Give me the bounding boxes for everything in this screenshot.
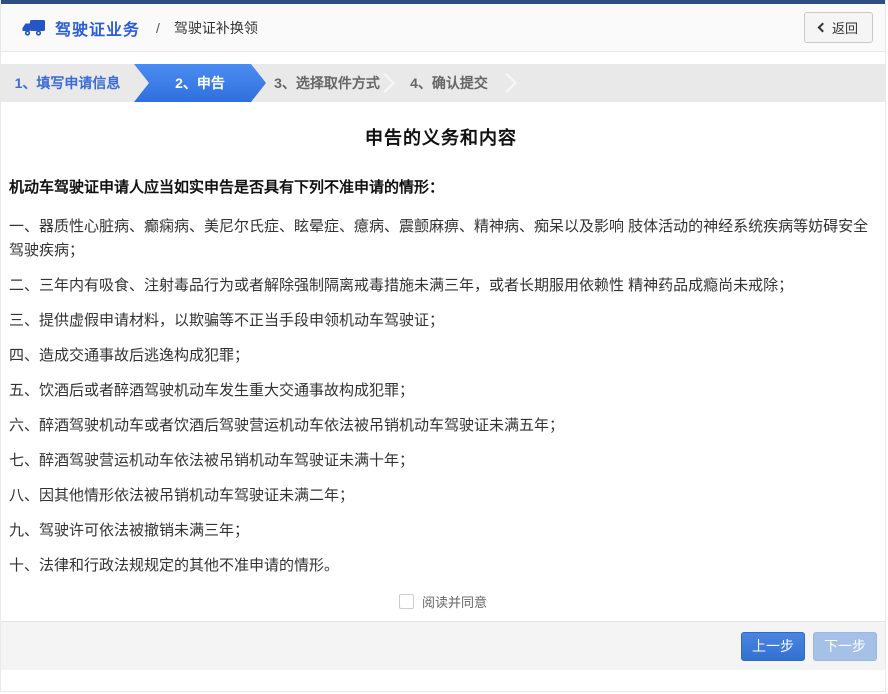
back-button[interactable]: 返回 [804, 12, 873, 43]
back-button-label: 返回 [832, 18, 858, 37]
wizard-step-label: 2、申告 [175, 73, 225, 93]
condition-item: 六、醉酒驾驶机动车或者饮酒后驾驶营运机动车依法被吊销机动车驾驶证未满五年； [9, 414, 873, 438]
next-step-button[interactable]: 下一步 [813, 632, 877, 661]
condition-item: 十、法律和行政法规规定的其他不准申请的情形。 [9, 554, 873, 578]
footer-actions: 上一步 下一步 [1, 621, 885, 670]
condition-item: 七、醉酒驾驶营运机动车依法被吊销机动车驾驶证未满十年； [9, 449, 873, 473]
condition-item: 二、三年内有吸食、注射毒品行为或者解除强制隔离戒毒措施未满三年，或者长期服用依赖… [9, 274, 873, 298]
wizard-step: 1、填写申请信息 [1, 64, 134, 102]
condition-item: 一、器质性心脏病、癫痫病、美尼尔氏症、眩晕症、癔病、震颤麻痹、精神病、痴呆以及影… [9, 215, 873, 263]
header: 驾驶证业务 / 驾驶证补换领 返回 [1, 4, 885, 52]
chevron-left-icon [818, 23, 828, 33]
condition-item: 八、因其他情形依法被吊销机动车驾驶证未满二年； [9, 484, 873, 508]
agree-label: 阅读并同意 [422, 592, 487, 611]
wizard-step-label: 3、选择取件方式 [274, 73, 380, 93]
main-content: 申告的义务和内容 机动车驾驶证申请人应当如实申告是否具有下列不准申请的情形： 一… [1, 102, 885, 578]
wizard-step: 4、确认提交 [388, 64, 510, 102]
prev-step-button[interactable]: 上一步 [741, 632, 805, 661]
step-wizard: 1、填写申请信息 2、申告 3、选择取件方式 4、确认提交 [1, 64, 885, 102]
condition-item: 九、驾驶许可依法被撤销未满三年； [9, 519, 873, 543]
agree-checkbox[interactable] [399, 594, 414, 609]
breadcrumb-separator: / [156, 20, 160, 36]
truck-icon [21, 17, 47, 39]
condition-item: 五、饮酒后或者醉酒驾驶机动车发生重大交通事故构成犯罪； [9, 379, 873, 403]
page: 驾驶证业务 / 驾驶证补换领 返回 1、填写申请信息 2、申告 3、选择取件方式… [0, 0, 886, 692]
section-title: 申告的义务和内容 [9, 124, 873, 150]
wizard-step-label: 4、确认提交 [410, 73, 488, 93]
wizard-step-label: 1、填写申请信息 [15, 73, 121, 93]
intro-statement: 机动车驾驶证申请人应当如实申告是否具有下列不准申请的情形： [9, 176, 873, 197]
brand: 驾驶证业务 / 驾驶证补换领 [21, 16, 258, 40]
wizard-step: 2、申告 [134, 64, 266, 102]
wizard-step: 3、选择取件方式 [266, 64, 388, 102]
page-title: 驾驶证业务 [55, 16, 140, 40]
condition-list: 一、器质性心脏病、癫痫病、美尼尔氏症、眩晕症、癔病、震颤麻痹、精神病、痴呆以及影… [9, 215, 873, 578]
condition-item: 三、提供虚假申请材料，以欺骗等不正当手段申领机动车驾驶证； [9, 309, 873, 333]
breadcrumb: 驾驶证补换领 [174, 18, 258, 38]
agree-row: 阅读并同意 [1, 592, 885, 611]
condition-item: 四、造成交通事故后逃逸构成犯罪； [9, 344, 873, 368]
